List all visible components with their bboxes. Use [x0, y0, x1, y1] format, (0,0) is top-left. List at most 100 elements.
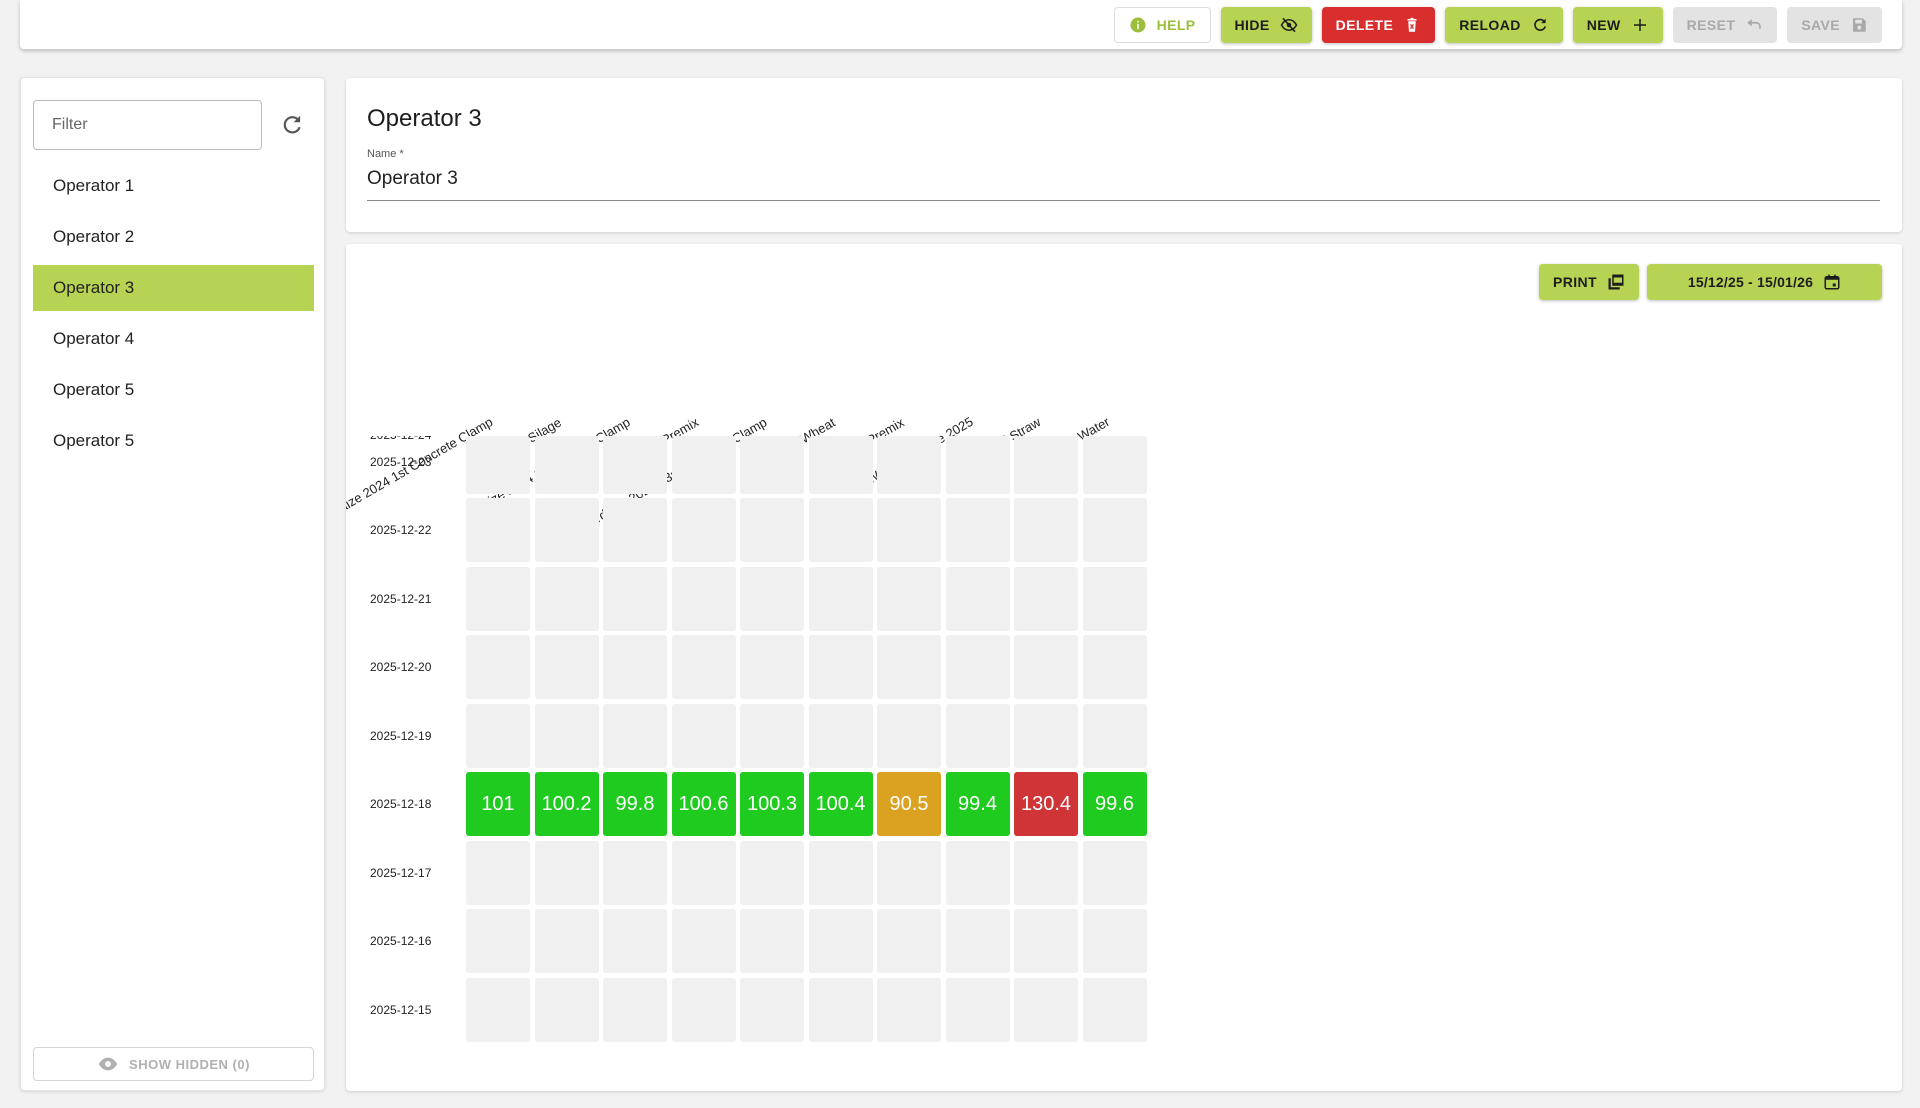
heatmap-cell-empty[interactable] [1014, 635, 1078, 699]
heatmap-cell-empty[interactable] [808, 977, 873, 1042]
heatmap-cell-empty[interactable] [603, 566, 667, 631]
reload-button[interactable]: RELOAD [1445, 6, 1563, 43]
heatmap-cell-empty[interactable] [740, 566, 804, 631]
heatmap-cell-empty[interactable] [603, 840, 667, 905]
operator-list-item[interactable]: Operator 5 [33, 367, 314, 413]
heatmap-cell-empty[interactable] [740, 703, 804, 768]
refresh-list-button[interactable] [277, 110, 307, 140]
heatmap-cell-empty[interactable] [740, 635, 804, 699]
filter-input[interactable] [50, 115, 261, 135]
heatmap-cell-empty[interactable] [808, 703, 873, 768]
heatmap-cell-empty[interactable] [534, 436, 599, 494]
heatmap-cell-empty[interactable] [466, 566, 530, 631]
print-button[interactable]: PRINT [1539, 264, 1639, 300]
heatmap-cell-empty[interactable] [1082, 909, 1147, 973]
heatmap-cell-empty[interactable] [603, 977, 667, 1042]
heatmap-cell-empty[interactable] [740, 977, 804, 1042]
heatmap-cell-empty[interactable] [534, 566, 599, 631]
heatmap-cell-empty[interactable] [945, 566, 1010, 631]
heatmap-cell-value[interactable]: 100.6 [671, 772, 736, 836]
heatmap-cell-empty[interactable] [1014, 436, 1078, 494]
heatmap-cell-value[interactable]: 99.4 [945, 772, 1010, 836]
heatmap-cell-value[interactable]: 99.6 [1082, 772, 1147, 836]
save-button[interactable]: SAVE [1787, 6, 1882, 43]
heatmap-cell-empty[interactable] [945, 909, 1010, 973]
heatmap-cell-empty[interactable] [671, 635, 736, 699]
hide-button[interactable]: HIDE [1220, 6, 1312, 43]
heatmap-cell-empty[interactable] [671, 840, 736, 905]
heatmap-cell-empty[interactable] [534, 635, 599, 699]
heatmap-cell-empty[interactable] [603, 909, 667, 973]
heatmap-cell-empty[interactable] [877, 436, 941, 494]
filter-field[interactable] [33, 100, 262, 150]
show-hidden-button[interactable]: SHOW HIDDEN (0) [33, 1047, 314, 1081]
heatmap-cell-empty[interactable] [945, 436, 1010, 494]
heatmap-cell-empty[interactable] [534, 977, 599, 1042]
heatmap-cell-empty[interactable] [808, 635, 873, 699]
heatmap-cell-empty[interactable] [534, 498, 599, 562]
heatmap-cell-empty[interactable] [945, 703, 1010, 768]
heatmap-cell-empty[interactable] [1082, 703, 1147, 768]
heatmap-cell-empty[interactable] [1014, 909, 1078, 973]
heatmap-cell-empty[interactable] [945, 840, 1010, 905]
heatmap-cell-empty[interactable] [1014, 703, 1078, 768]
heatmap-cell-empty[interactable] [466, 909, 530, 973]
heatmap-cell-value[interactable]: 100.3 [740, 772, 804, 836]
heatmap-cell-empty[interactable] [466, 635, 530, 699]
heatmap-cell-empty[interactable] [808, 566, 873, 631]
heatmap-cell-empty[interactable] [1014, 498, 1078, 562]
operator-list-item[interactable]: Operator 4 [33, 316, 314, 362]
heatmap-cell-empty[interactable] [671, 566, 736, 631]
heatmap-cell-empty[interactable] [877, 977, 941, 1042]
heatmap-cell-empty[interactable] [877, 635, 941, 699]
heatmap-cell-empty[interactable] [1082, 635, 1147, 699]
operator-list-item[interactable]: Operator 5 [33, 418, 314, 464]
heatmap-cell-empty[interactable] [945, 635, 1010, 699]
heatmap-cell-empty[interactable] [603, 436, 667, 494]
heatmap-cell-empty[interactable] [877, 703, 941, 768]
help-button[interactable]: HELP [1113, 6, 1211, 43]
heatmap-cell-empty[interactable] [466, 840, 530, 905]
heatmap-cell-empty[interactable] [808, 436, 873, 494]
heatmap-cell-empty[interactable] [466, 498, 530, 562]
heatmap-cell-empty[interactable] [1014, 840, 1078, 905]
heatmap-cell-value[interactable]: 100.4 [808, 772, 873, 836]
heatmap-cell-empty[interactable] [534, 909, 599, 973]
delete-button[interactable]: DELETE [1321, 6, 1436, 43]
heatmap-cell-empty[interactable] [740, 909, 804, 973]
heatmap-cell-value[interactable]: 90.5 [877, 772, 941, 836]
heatmap-cell-value[interactable]: 130.4 [1014, 772, 1078, 836]
heatmap-cell-empty[interactable] [740, 840, 804, 905]
heatmap-cell-empty[interactable] [534, 703, 599, 768]
heatmap-cell-empty[interactable] [1082, 566, 1147, 631]
heatmap-cell-empty[interactable] [740, 498, 804, 562]
heatmap-cell-value[interactable]: 101 [466, 772, 530, 836]
heatmap-cell-empty[interactable] [877, 566, 941, 631]
heatmap-cell-empty[interactable] [1014, 566, 1078, 631]
heatmap-cell-empty[interactable] [466, 436, 530, 494]
heatmap-cell-empty[interactable] [808, 498, 873, 562]
heatmap-cell-empty[interactable] [671, 977, 736, 1042]
date-range-button[interactable]: 15/12/25 - 15/01/26 [1647, 264, 1882, 300]
heatmap-cell-empty[interactable] [877, 498, 941, 562]
heatmap-cell-empty[interactable] [945, 498, 1010, 562]
heatmap-cell-empty[interactable] [603, 498, 667, 562]
heatmap-cell-empty[interactable] [671, 703, 736, 768]
heatmap-cell-empty[interactable] [808, 840, 873, 905]
heatmap-cell-value[interactable]: 99.8 [603, 772, 667, 836]
heatmap-cell-empty[interactable] [740, 436, 804, 494]
heatmap-cell-empty[interactable] [466, 703, 530, 768]
heatmap-cell-empty[interactable] [671, 909, 736, 973]
heatmap-cell-empty[interactable] [671, 436, 736, 494]
heatmap-cell-empty[interactable] [1082, 977, 1147, 1042]
heatmap-cell-empty[interactable] [945, 977, 1010, 1042]
heatmap-cell-empty[interactable] [877, 909, 941, 973]
heatmap-cell-empty[interactable] [534, 840, 599, 905]
operator-list-item[interactable]: Operator 1 [33, 163, 314, 209]
heatmap-cell-empty[interactable] [1082, 436, 1147, 494]
new-button[interactable]: NEW [1572, 6, 1663, 43]
heatmap-cell-empty[interactable] [877, 840, 941, 905]
heatmap-cell-empty[interactable] [671, 498, 736, 562]
heatmap-cell-empty[interactable] [603, 635, 667, 699]
reset-button[interactable]: RESET [1672, 6, 1778, 43]
